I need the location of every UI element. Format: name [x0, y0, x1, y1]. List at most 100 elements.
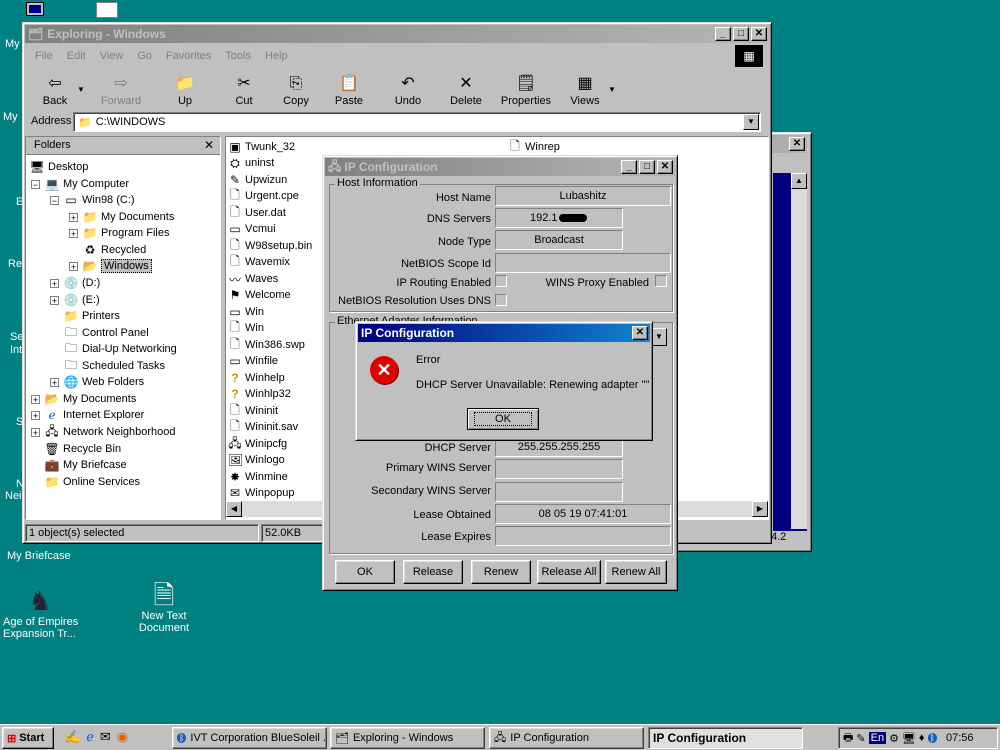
desktop-icon-age-of-empires[interactable]: ♞ Age of Empires Expansion Tr...	[0, 586, 80, 640]
desktop-label-my-briefcase[interactable]: My Briefcase	[7, 550, 71, 562]
file-item[interactable]: 🗋 Win386.swp	[228, 337, 305, 353]
minimize-button[interactable]: _	[715, 27, 731, 41]
tree-item-desktop[interactable]: 🖥 Desktop	[29, 159, 88, 175]
scroll-right-button[interactable]: ▶	[752, 501, 768, 517]
expand-icon[interactable]: +	[50, 278, 59, 288]
cut-button[interactable]: ✂ Cut	[218, 73, 270, 107]
menu-view[interactable]: View	[100, 50, 124, 62]
tree-item-recycle-bin[interactable]: 🗑 Recycle Bin	[44, 441, 121, 457]
task-ip-configuration[interactable]: 🖧 IP Configuration	[489, 727, 644, 749]
error-dialog-titlebar[interactable]: IP Configuration ✕	[358, 324, 650, 342]
close-button[interactable]: ✕	[657, 160, 673, 174]
expand-icon[interactable]: +	[50, 295, 59, 305]
tree-item-scheduled-tasks[interactable]: 🗀 Scheduled Tasks	[63, 358, 165, 374]
paste-button[interactable]: 📋 Paste	[323, 73, 375, 107]
file-item[interactable]: ▣ Twunk_32	[228, 139, 295, 155]
file-item[interactable]: ? Winhelp	[228, 370, 284, 386]
tree-item-d-drive[interactable]: + 💿 (D:)	[50, 275, 100, 291]
expand-icon[interactable]: +	[50, 377, 59, 387]
expand-icon[interactable]: +	[31, 410, 40, 420]
quick-launch-icon[interactable]: ✍	[64, 729, 80, 747]
back-button[interactable]: ⇦ Back	[29, 73, 81, 107]
tree-item-dial-up[interactable]: 🗀 Dial-Up Networking	[63, 341, 177, 357]
monitor-icon[interactable]: 🖥	[902, 732, 916, 745]
file-item[interactable]: ▭ Winfile	[228, 353, 278, 369]
close-folders-pane-icon[interactable]: ✕	[204, 138, 214, 152]
address-input[interactable]: 📁 C:\WINDOWS ▼	[73, 112, 761, 132]
clock[interactable]: 07:56	[946, 732, 974, 744]
task-exploring-windows[interactable]: 🗂 Exploring - Windows	[330, 727, 485, 749]
maximize-button[interactable]: □	[639, 160, 655, 174]
menu-edit[interactable]: Edit	[67, 50, 86, 62]
views-button[interactable]: ▦ Views	[559, 73, 611, 107]
ok-button[interactable]: OK	[335, 560, 395, 584]
bluetooth-icon[interactable]: ᛒ	[927, 733, 937, 743]
file-item[interactable]: 🗋 User.dat	[228, 205, 286, 221]
expand-icon[interactable]: +	[69, 212, 78, 222]
tree-item-my-documents[interactable]: + 📂 My Documents	[31, 391, 136, 407]
close-button[interactable]: ✕	[632, 326, 648, 340]
tree-item-my-briefcase[interactable]: 💼 My Briefcase	[44, 457, 127, 473]
menu-favorites[interactable]: Favorites	[166, 50, 211, 62]
tray-icon[interactable]: ⚙	[889, 732, 899, 745]
menu-file[interactable]: File	[35, 50, 53, 62]
tree-item-network-neighborhood[interactable]: + 🖧 Network Neighborhood	[31, 424, 176, 440]
explorer-titlebar[interactable]: 🗂 Exploring - Windows _ □ ✕	[25, 25, 769, 43]
scroll-up-button[interactable]: ▲	[791, 173, 807, 189]
up-button[interactable]: 📁 Up	[159, 73, 211, 107]
file-item[interactable]: ✸ Winmine	[228, 469, 288, 485]
close-button[interactable]: ✕	[751, 27, 767, 41]
file-item[interactable]: 🖼 Winlogo	[228, 452, 285, 468]
maximize-button[interactable]: □	[733, 27, 749, 41]
desktop-icon-my-computer[interactable]	[26, 2, 48, 22]
undo-button[interactable]: ↶ Undo	[382, 73, 434, 107]
background-window-scrollbar[interactable]: ▲	[791, 173, 807, 529]
tree-item-recycled[interactable]: ♻ Recycled	[82, 242, 147, 258]
close-button[interactable]: ✕	[789, 137, 805, 151]
outlook-icon[interactable]: ✉	[100, 729, 111, 747]
start-button[interactable]: ⊞ Start	[2, 727, 54, 749]
expand-icon[interactable]: +	[31, 427, 40, 437]
adapter-dropdown[interactable]: ▼	[651, 328, 669, 348]
file-item[interactable]: 🗋 Winrep	[508, 139, 560, 155]
task-bluesoleil[interactable]: ᛒ IVT Corporation BlueSoleil ...	[172, 727, 327, 749]
minimize-button[interactable]: _	[621, 160, 637, 174]
file-item[interactable]: ⚑ Welcome	[228, 287, 291, 303]
tree-item-program-files[interactable]: + 📁 Program Files	[69, 225, 169, 241]
file-item[interactable]: 〰 Waves	[228, 271, 278, 287]
language-indicator[interactable]: En	[868, 732, 887, 744]
back-dropdown-icon[interactable]: ▼	[75, 85, 87, 94]
firefox-icon[interactable]: ◉	[117, 729, 128, 747]
renew-all-button[interactable]: Renew All	[605, 560, 667, 584]
error-ok-button[interactable]: OK	[467, 408, 539, 430]
tree-item-my-documents-c[interactable]: + 📁 My Documents	[69, 209, 174, 225]
tray-icon[interactable]: 🖶	[843, 729, 853, 748]
collapse-icon[interactable]: −	[31, 179, 40, 189]
task-ip-configuration-active[interactable]: IP Configuration	[648, 727, 803, 749]
forward-button[interactable]: ⇨ Forward	[95, 73, 147, 107]
menu-go[interactable]: Go	[137, 50, 152, 62]
tray-icon[interactable]: ♦	[919, 732, 925, 744]
desktop-icon-top-2[interactable]	[96, 2, 122, 22]
release-all-button[interactable]: Release All	[537, 560, 601, 584]
tree-item-e-drive[interactable]: + 💿 (E:)	[50, 292, 100, 308]
tray-icon[interactable]: ✎	[856, 732, 865, 745]
copy-button[interactable]: ⎘ Copy	[270, 73, 322, 107]
release-button[interactable]: Release	[403, 560, 463, 584]
error-dialog[interactable]: IP Configuration ✕ ✕ Error DHCP Server U…	[355, 321, 653, 441]
menu-tools[interactable]: Tools	[225, 50, 251, 62]
file-item[interactable]: 🗋 Wavemix	[228, 254, 290, 270]
file-item[interactable]: 🖧 Winipcfg	[228, 436, 287, 452]
tree-item-win98-c[interactable]: − ▭ Win98 (C:)	[50, 192, 135, 208]
scroll-left-button[interactable]: ◀	[226, 501, 242, 517]
desktop-icon-new-text-document[interactable]: 🗎 New Text Document	[124, 580, 204, 634]
file-item[interactable]: ⛭ uninst	[228, 155, 274, 171]
collapse-icon[interactable]: −	[50, 195, 59, 205]
delete-button[interactable]: ✕ Delete	[440, 73, 492, 107]
tree-item-online-services[interactable]: 📁 Online Services	[44, 474, 141, 490]
expand-icon[interactable]: +	[69, 228, 78, 238]
tree-item-windows[interactable]: + 📂 Windows	[69, 258, 152, 274]
menu-help[interactable]: Help	[265, 50, 288, 62]
address-dropdown-button[interactable]: ▼	[743, 114, 759, 130]
renew-button[interactable]: Renew	[471, 560, 531, 584]
